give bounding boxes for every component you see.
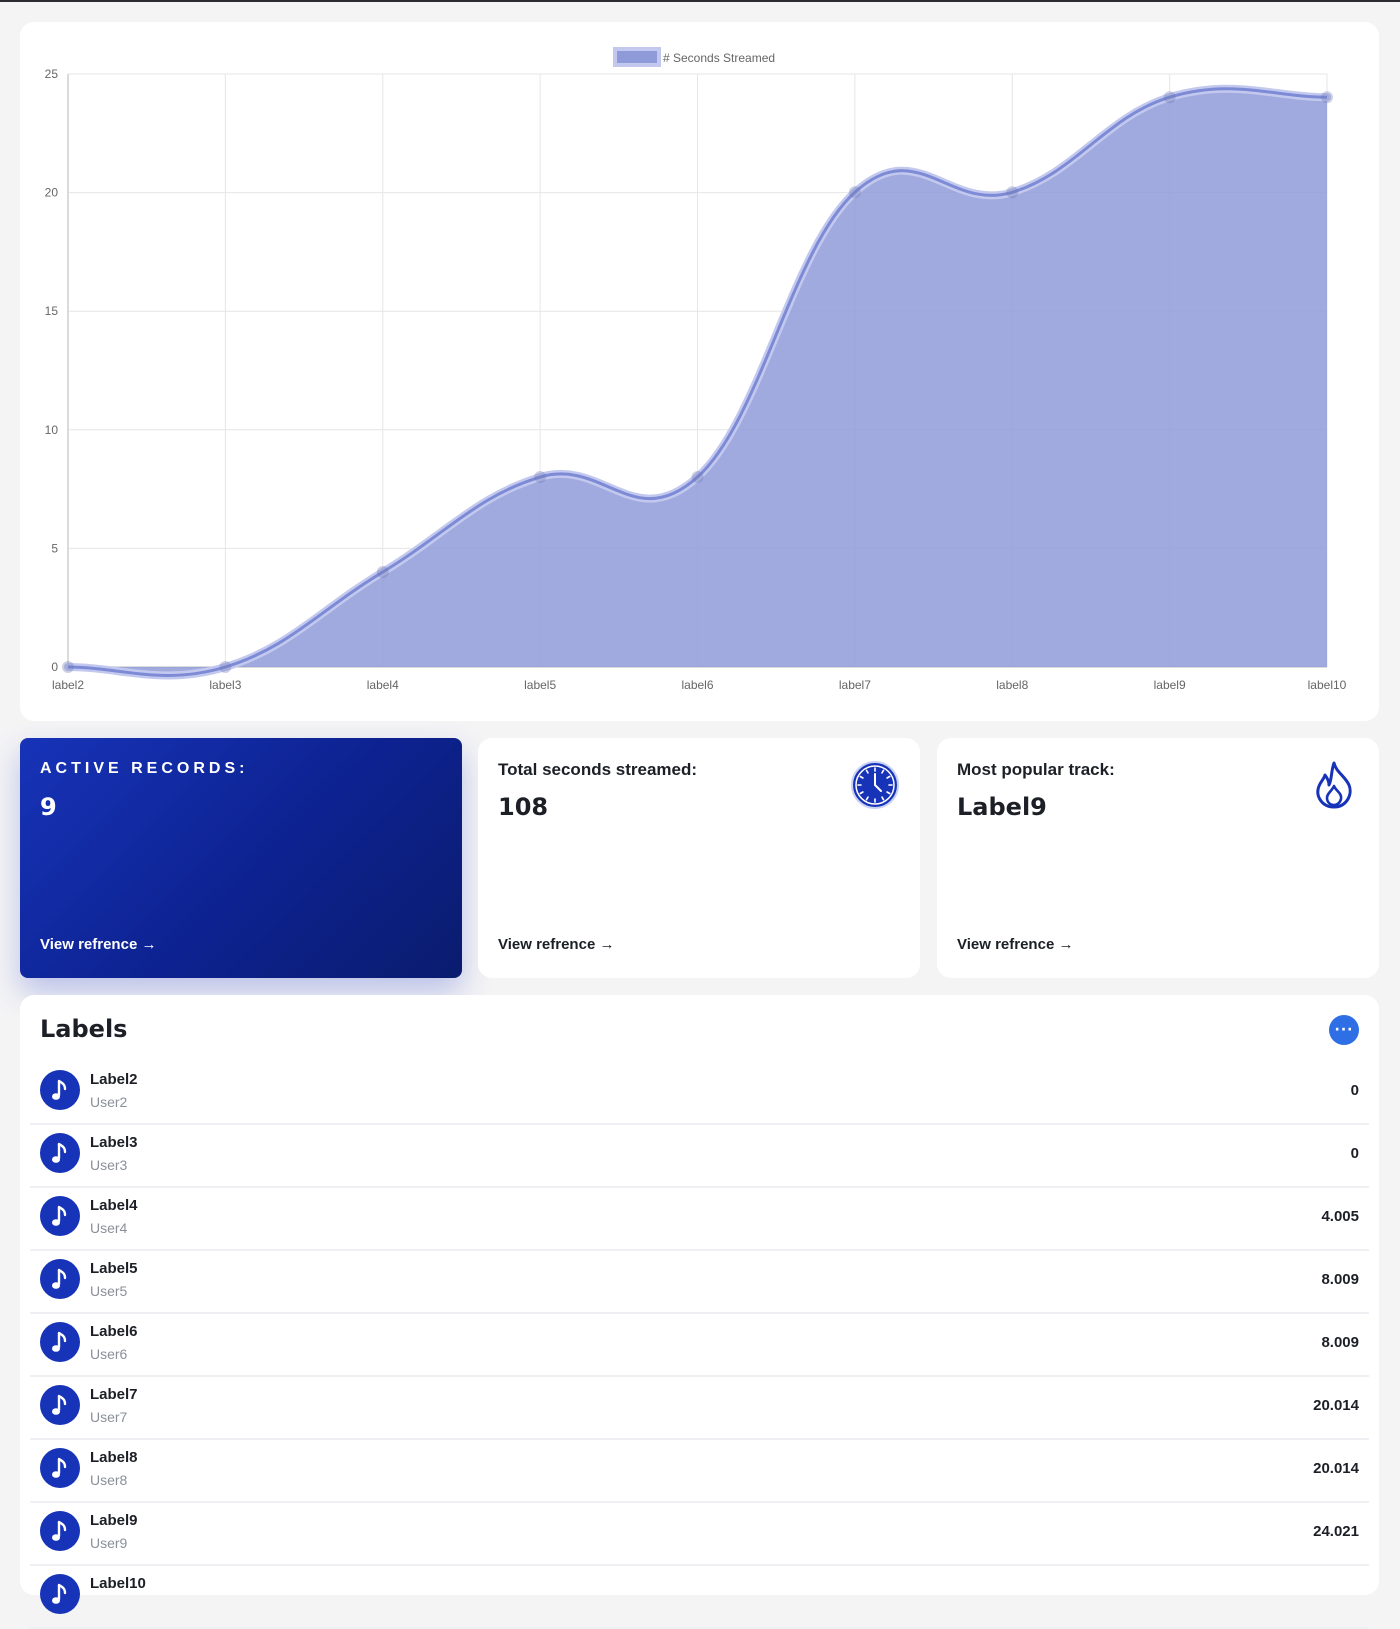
y-tick-label: 20 [45,186,59,200]
list-item-user: User5 [90,1283,128,1299]
arrow-right-icon: → [599,936,615,953]
list-item-user: User6 [90,1346,128,1362]
total-seconds-card: Total seconds streamed: 108 View refrenc… [478,738,920,978]
list-item-title: Label6 [90,1323,138,1340]
x-tick-label: label3 [209,678,241,692]
list-item-title: Label4 [90,1197,138,1214]
list-item[interactable]: Label8 User8 20.014 [30,1440,1369,1503]
list-item-user: User7 [90,1409,128,1425]
y-tick-label: 5 [51,541,58,555]
list-item[interactable]: Label4 User4 4.005 [30,1188,1369,1251]
list-item-value: 0 [1350,1082,1359,1099]
data-point [1163,91,1176,104]
x-tick-label: label8 [996,678,1028,692]
most-popular-view-link[interactable]: View refrence → [957,936,1073,953]
data-point [219,661,232,673]
list-item-user: User4 [90,1220,128,1236]
music-note-icon [40,1259,80,1299]
list-item-title: Label2 [90,1071,138,1088]
list-item-title: Label9 [90,1512,138,1529]
x-tick-label: label4 [367,678,399,692]
list-item-user: User3 [90,1157,128,1173]
list-item[interactable]: Label6 User6 8.009 [30,1314,1369,1377]
music-note-icon [40,1196,80,1236]
top-border [0,0,1400,2]
list-item-title: Label5 [90,1260,138,1277]
y-tick-label: 25 [45,67,59,81]
list-item-title: Label10 [90,1575,146,1592]
most-popular-value: Label9 [957,793,1047,821]
y-tick-label: 0 [51,660,58,674]
legend-swatch [617,51,657,63]
most-popular-title: Most popular track: [957,760,1115,779]
music-note-icon [40,1070,80,1110]
list-item[interactable]: Label7 User7 20.014 [30,1377,1369,1440]
data-point [1006,186,1019,199]
list-item-value: 20.014 [1313,1397,1359,1414]
list-item-title: Label8 [90,1449,138,1466]
music-note-icon [40,1448,80,1488]
list-item-user: User2 [90,1094,128,1110]
music-note-icon [40,1385,80,1425]
list-item[interactable]: Label10 [30,1566,1369,1629]
data-point [1321,91,1333,104]
list-item[interactable]: Label5 User5 8.009 [30,1251,1369,1314]
list-item[interactable]: Label9 User9 24.021 [30,1503,1369,1566]
list-item-user: User8 [90,1472,128,1488]
x-tick-label: label9 [1154,678,1186,692]
list-item-value: 8.009 [1321,1271,1359,1288]
list-item-value: 0 [1350,1145,1359,1162]
total-seconds-view-link[interactable]: View refrence → [498,936,614,953]
music-note-icon [40,1574,80,1614]
x-tick-label: label6 [681,678,713,692]
area-chart: 0 5 10 15 20 25 label2 label3 label4 label5 label6… [45,47,1347,692]
list-item[interactable]: Label2 User2 0 [30,1062,1369,1125]
active-records-value: 9 [40,793,57,821]
y-tick-label: 15 [45,304,59,318]
data-point [376,566,389,579]
list-item-value: 8.009 [1321,1334,1359,1351]
list-item-title: Label3 [90,1134,138,1151]
total-seconds-title: Total seconds streamed: [498,760,698,779]
legend-label: # Seconds Streamed [663,51,775,65]
list-item[interactable]: Label3 User3 0 [30,1125,1369,1188]
list-item-value: 24.021 [1313,1523,1359,1540]
data-point [534,471,547,484]
labels-title: Labels [40,1015,128,1043]
list-item-value: 4.005 [1321,1208,1359,1225]
list-item-user: User9 [90,1535,128,1551]
x-tick-label: label10 [1308,678,1347,692]
y-tick-label: 10 [45,423,59,437]
data-point [691,471,704,484]
more-icon: ··· [1334,1022,1354,1038]
more-options-button[interactable]: ··· [1329,1015,1359,1045]
music-note-icon [40,1322,80,1362]
labels-list: Label2 User2 0 Label3 User3 0 Label4 User4 4.005… [30,1062,1369,1629]
chart-card: 0 5 10 15 20 25 label2 label3 label4 label5 label6… [20,22,1379,721]
music-note-icon [40,1511,80,1551]
most-popular-card: Most popular track: Label9 View refrence… [937,738,1379,978]
x-tick-label: label7 [839,678,871,692]
x-tick-label: label2 [52,678,84,692]
list-item-title: Label7 [90,1386,138,1403]
active-records-view-link[interactable]: View refrence → [40,936,156,953]
music-note-icon [40,1133,80,1173]
active-records-title: ACTIVE RECORDS: [40,760,249,777]
data-point [62,661,74,673]
clock-icon [851,761,899,809]
active-records-card: ACTIVE RECORDS: 9 View refrence → [20,738,462,978]
flame-icon [1316,761,1352,809]
total-seconds-value: 108 [498,793,549,821]
list-item-value: 20.014 [1313,1460,1359,1477]
data-point [848,186,861,199]
x-tick-label: label5 [524,678,556,692]
arrow-right-icon: → [1058,936,1074,953]
arrow-right-icon: → [141,936,157,953]
labels-card: Labels ··· Label2 User2 0 Label3 User3 0 Label… [20,995,1379,1629]
